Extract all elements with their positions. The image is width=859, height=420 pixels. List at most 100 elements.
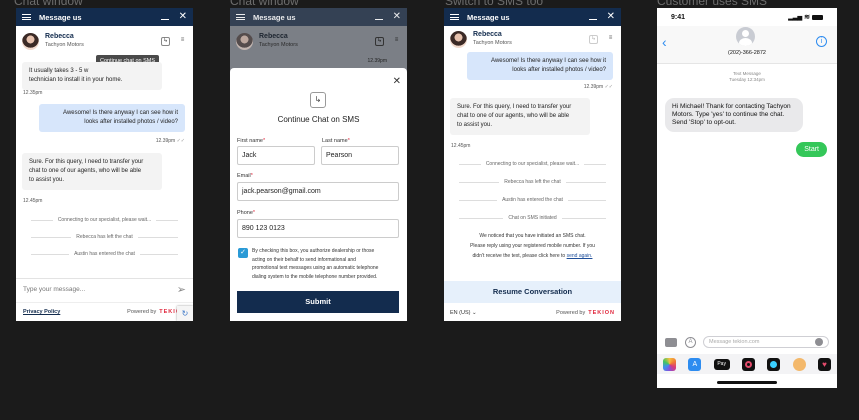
caption-two: Chat window xyxy=(230,0,299,8)
sms-switch-icon[interactable]: ↳ xyxy=(161,36,170,46)
sms-switch-icon[interactable]: ↳ xyxy=(375,36,384,46)
chat-title: Message us xyxy=(467,12,510,22)
tekion-logo: TEKION xyxy=(588,309,615,316)
close-icon[interactable]: ✕ xyxy=(179,12,187,22)
clips-app-icon[interactable] xyxy=(767,357,781,371)
menu-icon[interactable] xyxy=(450,12,459,21)
info-icon[interactable]: i xyxy=(816,36,827,47)
conversation-header: ‹ (202)-366-2872 i xyxy=(657,26,837,64)
message-incoming: It usually takes 3 - 5 w technician to i… xyxy=(22,62,162,90)
message-line: to assist you. xyxy=(29,177,65,183)
close-icon[interactable]: ✕ xyxy=(393,12,401,22)
minimize-icon[interactable] xyxy=(588,19,597,20)
chat-window-one: Message us ✕ Rebecca Tachyon Motors ↳ ≡ … xyxy=(16,8,193,321)
minimize-icon[interactable] xyxy=(160,19,169,20)
chat-header: Message us ✕ xyxy=(230,8,407,26)
agent-name: Rebecca xyxy=(259,33,288,40)
sms-icon: ↳ xyxy=(310,92,326,108)
email-label: Email xyxy=(237,173,251,179)
transcript-icon[interactable]: ≡ xyxy=(392,37,401,46)
timestamp-text: 12.39pm xyxy=(583,84,604,90)
chat-header: Message us ✕ xyxy=(16,8,193,26)
message-input[interactable]: Type your message... xyxy=(23,286,177,293)
timestamp: 12.45pm xyxy=(451,143,471,149)
timestamp: 12.39pm ✓✓ xyxy=(584,84,613,90)
message-outgoing: Awesome! Is there anyway I can see how i… xyxy=(467,52,613,80)
resume-conversation-button[interactable]: Resume Conversation xyxy=(444,281,621,303)
message-field[interactable]: Message tekion.com xyxy=(703,336,829,348)
language-select[interactable]: EN (US) ⌄ xyxy=(450,310,556,316)
status-time: 9:41 xyxy=(671,13,686,21)
system-message: Austin has entered the chat xyxy=(454,197,611,203)
message-line: Sure. For this query, I need to transfer… xyxy=(457,104,572,110)
privacy-policy-link[interactable]: Privacy Policy xyxy=(23,309,127,315)
minimize-icon[interactable] xyxy=(374,19,383,20)
caption-three: Switch to SMS too xyxy=(445,0,544,8)
submit-button[interactable]: Submit xyxy=(237,291,399,313)
home-indicator xyxy=(717,381,777,384)
appstore-app-icon[interactable]: A xyxy=(688,357,702,371)
agent-name: Rebecca xyxy=(473,31,502,38)
message-line: Awesome! Is there anyway I can see how i… xyxy=(63,110,178,116)
system-message: Connecting to our specialist, please wai… xyxy=(26,217,183,223)
powered-by: Powered by xyxy=(127,309,157,315)
transcript-icon[interactable]: ≡ xyxy=(606,35,615,44)
system-message: Chat on SMS initiated xyxy=(454,215,611,221)
message-incoming: Sure. For this query, I need to transfer… xyxy=(450,98,590,135)
notice-line: Please reply using your registered mobil… xyxy=(470,243,595,249)
status-bar: 9:41 ▂▃▅ ≋ xyxy=(657,8,837,26)
app-store-icon[interactable]: A xyxy=(685,336,696,348)
activity-app-icon[interactable] xyxy=(741,357,755,371)
modal-title: Continue Chat on SMS xyxy=(277,115,360,124)
modal-close-icon[interactable]: ✕ xyxy=(393,76,401,87)
notice-line: We noticed that you have initiated an SM… xyxy=(479,233,586,239)
agent-bar: Rebecca Tachyon Motors ↳ ≡ xyxy=(230,26,407,56)
photos-app-icon[interactable] xyxy=(663,357,676,371)
system-message: Rebecca has left the chat xyxy=(26,234,183,240)
send-icon[interactable]: ➢ xyxy=(177,283,186,296)
last-name-field[interactable]: Pearson xyxy=(321,146,399,165)
memoji-app-icon[interactable] xyxy=(792,357,806,371)
send-again-link[interactable]: send again. xyxy=(567,253,593,259)
timestamp: 12.45pm xyxy=(23,198,43,204)
menu-icon[interactable] xyxy=(22,12,31,21)
chat-window-two: Message us ✕ Rebecca Tachyon Motors ↳ ≡ … xyxy=(230,8,407,321)
menu-icon[interactable] xyxy=(236,12,245,21)
consent-checkbox[interactable]: ✓ xyxy=(238,248,248,258)
consent-line: dialing system to the mobile telephone n… xyxy=(252,273,378,280)
apple-pay-icon[interactable]: Pay xyxy=(713,358,730,370)
chat-header: Message us ✕ xyxy=(444,8,621,26)
message-line: Sure. For this query, I need to transfer… xyxy=(29,159,144,165)
required-mark: * xyxy=(252,210,256,216)
back-icon[interactable]: ‹ xyxy=(662,34,667,50)
transcript-icon[interactable]: ≡ xyxy=(178,37,187,46)
avatar xyxy=(450,30,467,48)
contact-number[interactable]: (202)-366-2872 xyxy=(657,50,837,56)
consent-line: promotional text messages using an autom… xyxy=(252,265,379,271)
message-line: looks after installed photos / video? xyxy=(512,67,606,73)
camera-icon[interactable] xyxy=(665,337,677,347)
sms-switch-icon[interactable]: ↳ xyxy=(589,34,598,44)
close-icon[interactable]: ✕ xyxy=(607,12,615,22)
agent-bar: Rebecca Tachyon Motors ↳ ≡ xyxy=(16,26,193,56)
agent-bar: Rebecca Tachyon Motors ↳ ≡ xyxy=(444,26,621,52)
system-message: Rebecca has left the chat xyxy=(454,179,611,185)
contact-avatar-icon[interactable] xyxy=(736,27,755,46)
read-check-icon: ✓✓ xyxy=(604,84,613,90)
email-field[interactable]: jack.pearson@gmail.com xyxy=(237,182,399,201)
digital-touch-icon[interactable]: ♥ xyxy=(817,357,831,371)
required-mark: * xyxy=(347,138,350,144)
chevron-down-icon: ⌄ xyxy=(472,309,477,316)
consent-line: By checking this box, you authorize deal… xyxy=(252,248,375,254)
required-mark: * xyxy=(250,173,253,179)
message-meta: Text Message Tuesday 12:34pm xyxy=(657,71,837,83)
sms-notice: We noticed that you have initiated an SM… xyxy=(448,231,617,261)
message-line: Awesome! Is there anyway I can see how i… xyxy=(491,58,606,64)
first-name-field[interactable]: Jack xyxy=(237,146,315,165)
captcha-icon: ↻ xyxy=(177,306,193,321)
avatar xyxy=(22,32,39,50)
phone-field[interactable]: 890 123 0123 xyxy=(237,219,399,238)
battery-icon xyxy=(812,14,823,20)
audio-icon[interactable] xyxy=(815,338,823,346)
sms-modal: ✕ ↳ Continue Chat on SMS First name* Las… xyxy=(230,68,407,321)
